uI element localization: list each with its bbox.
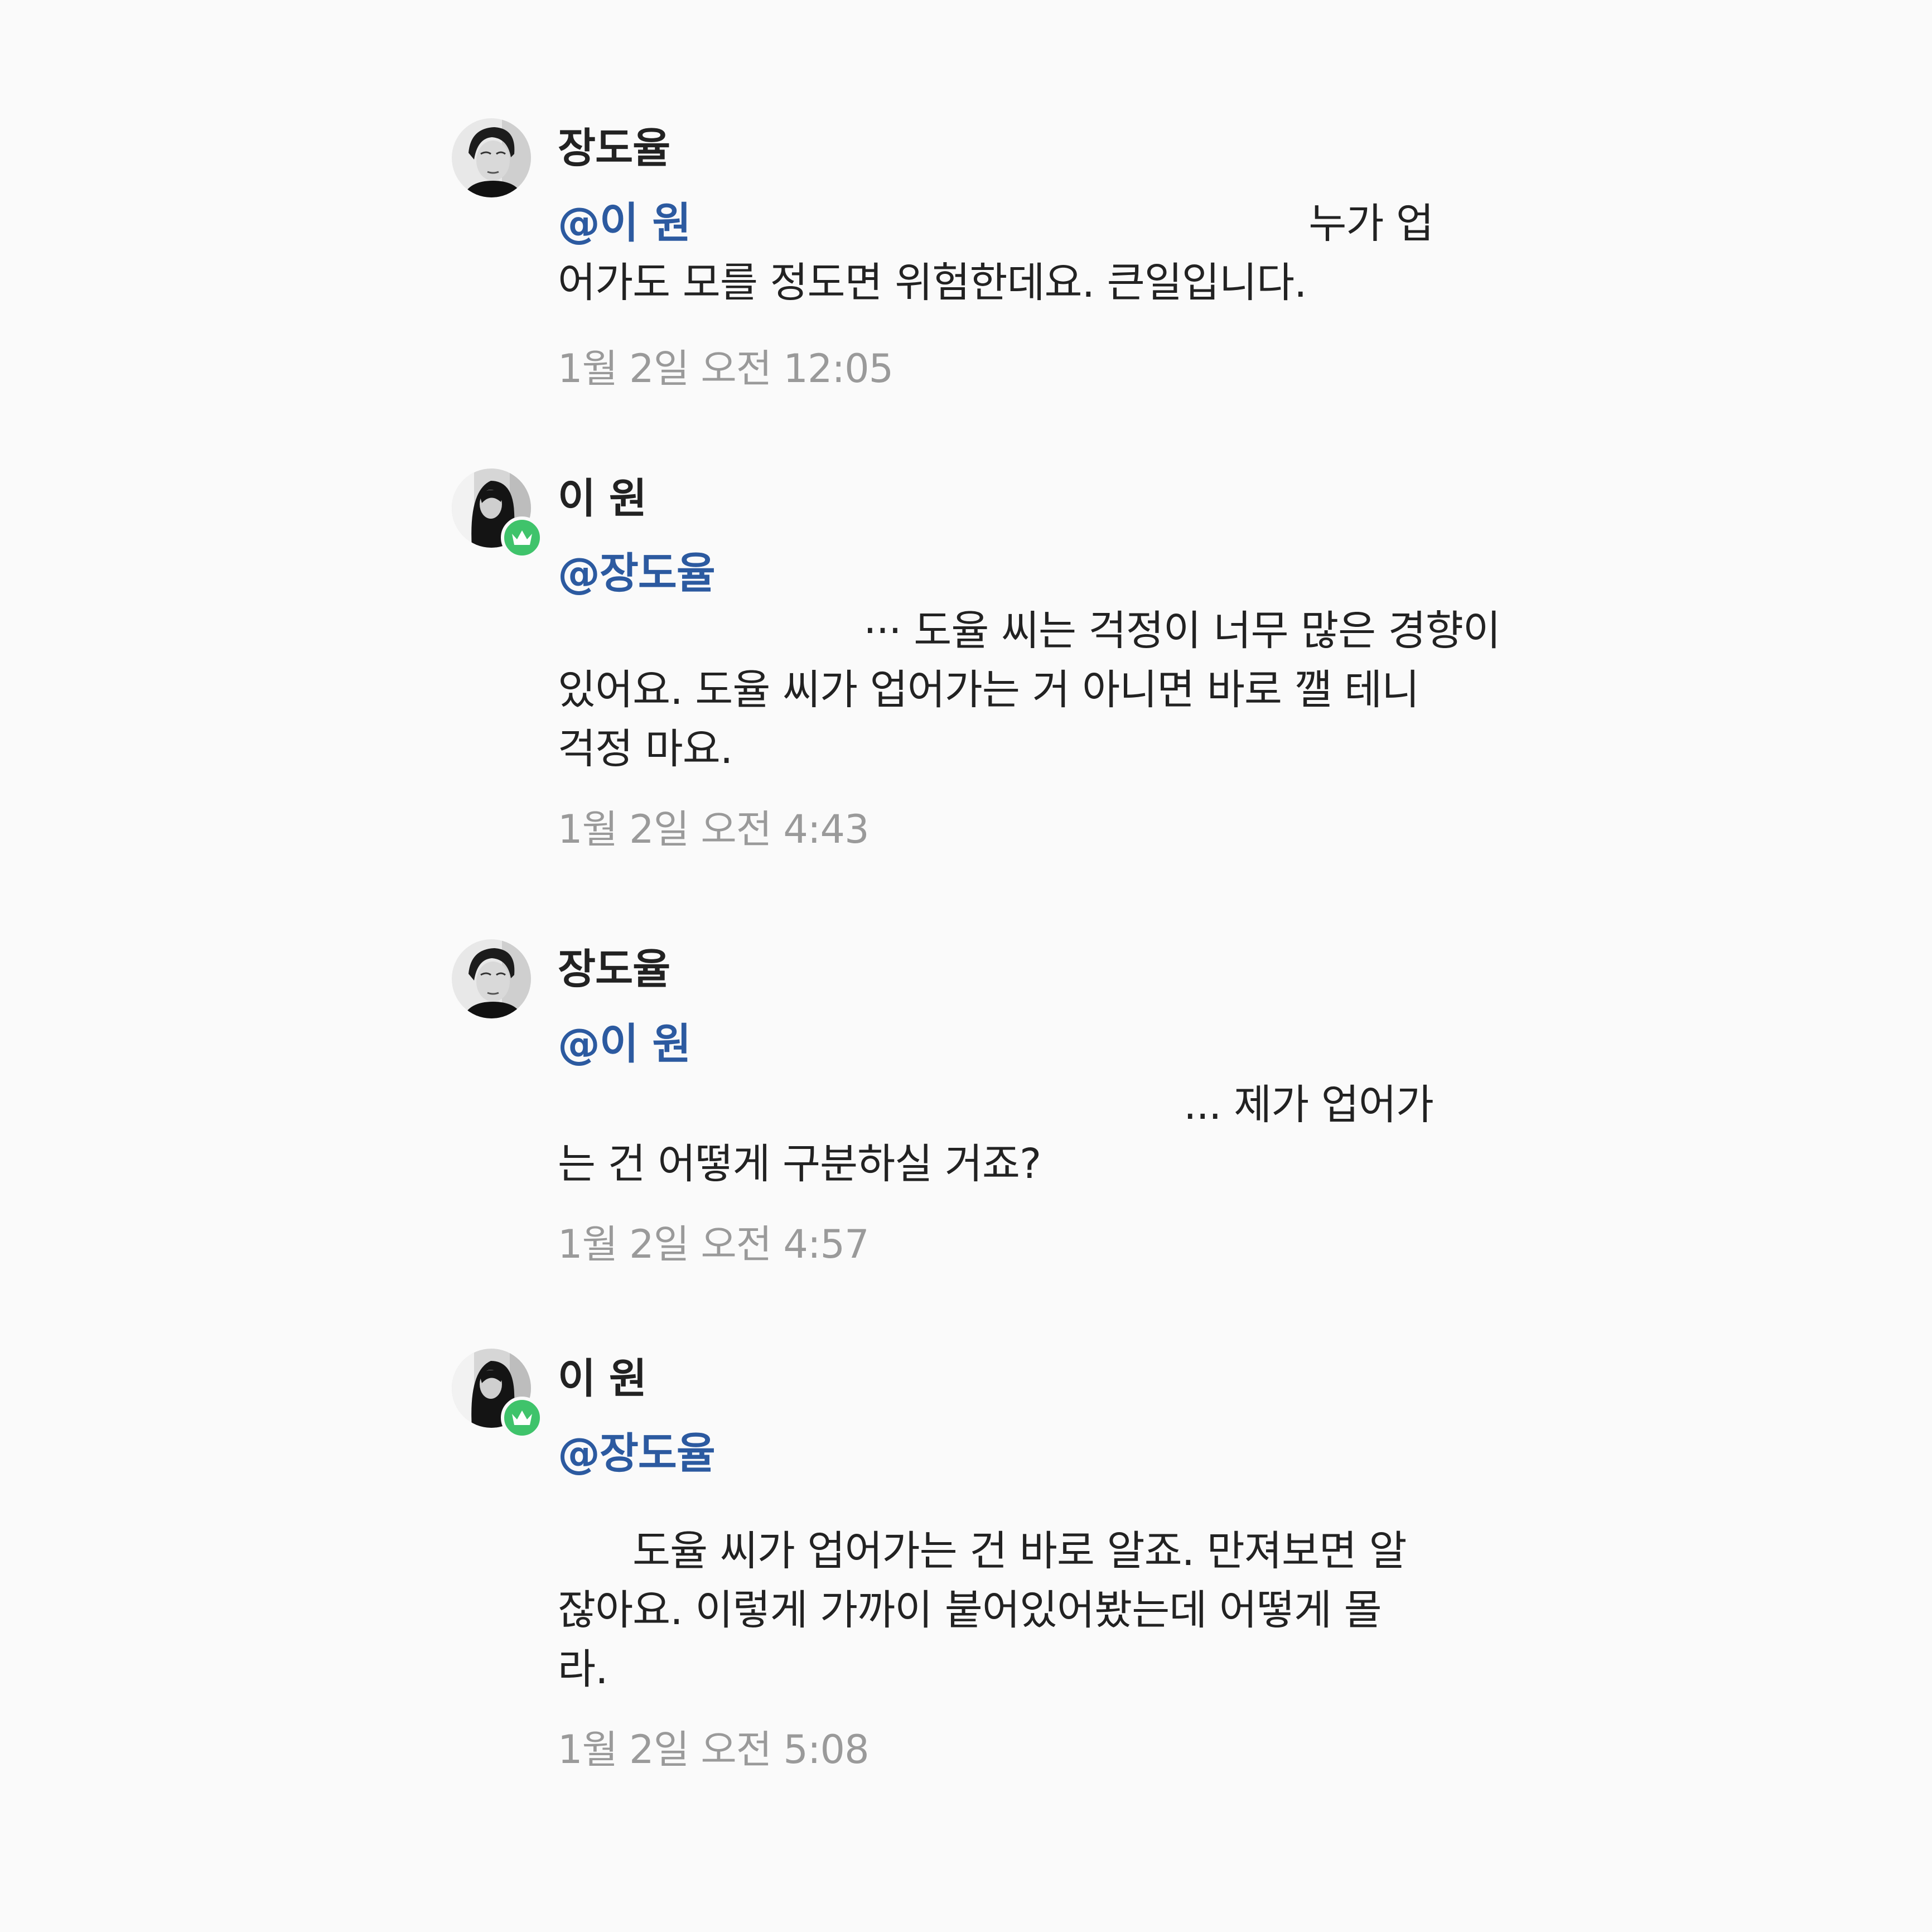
message-text-line: 잖아요. 이렇게 가까이 붙어있어봤는데 어떻게 몰 [558, 1586, 1382, 1634]
message-text-line: 걱정 마요. [558, 725, 733, 773]
author-name[interactable]: 장도율 [558, 943, 1500, 996]
message-text-line: 있어요. 도율 씨가 업어가는 거 아니면 바로 깰 테니 [558, 666, 1419, 714]
mention-link[interactable]: @장도율 [558, 1426, 1500, 1481]
message-text-line: ··· 도율 씨는 걱정이 너무 많은 경향이 [863, 607, 1501, 655]
message-content: 장도율 @이 원 ... 제가 업어가 는 건 어떻게 구분하실 거죠? 1월 … [558, 939, 1500, 1269]
author-name[interactable]: 이 원 [558, 472, 1500, 525]
owner-badge [501, 1397, 543, 1439]
message-text-line: 어가도 모를 정도면 위험한데요. 큰일입니다. [558, 259, 1307, 307]
author-name[interactable]: 이 원 [558, 1352, 1500, 1405]
crown-icon [512, 530, 532, 545]
author-name[interactable]: 장도율 [558, 122, 1500, 175]
message-timestamp: 1월 2일 오전 4:43 [558, 806, 870, 852]
message-content: 이 원 @장도율 도율 씨가 업어가는 건 바로 알죠. 만져보면 알 잖아요.… [558, 1349, 1500, 1775]
chat-thread: 장도율 @이 원 누가 업 어가도 모를 정도면 위험한데요. 큰일입니다. 1… [0, 0, 1932, 1932]
message-text-line: 누가 업 [1308, 200, 1434, 248]
owner-badge [501, 516, 543, 559]
crown-icon [512, 1411, 532, 1425]
message-timestamp: 1월 2일 오전 4:57 [558, 1221, 870, 1267]
message-content: 이 원 @장도율 ··· 도율 씨는 걱정이 너무 많은 경향이 있어요. 도율… [558, 468, 1501, 854]
message-timestamp: 1월 2일 오전 5:08 [558, 1727, 870, 1772]
avatar[interactable] [452, 1349, 543, 1439]
avatar[interactable] [452, 118, 531, 197]
avatar[interactable] [452, 468, 543, 559]
message-text-line: 는 건 어떻게 구분하실 거죠? [558, 1140, 1041, 1188]
avatar[interactable] [452, 939, 531, 1018]
message-content: 장도율 @이 원 누가 업 어가도 모를 정도면 위험한데요. 큰일입니다. 1… [558, 118, 1500, 394]
mention-link[interactable]: @장도율 [558, 545, 1500, 601]
message-timestamp: 1월 2일 오전 12:05 [558, 346, 893, 392]
mention-link[interactable]: @이 원 [558, 1016, 1500, 1072]
message-text-line: 도율 씨가 업어가는 건 바로 알죠. 만져보면 알 [632, 1527, 1407, 1575]
message-text-line: 라. [558, 1645, 608, 1693]
message-text-line: ... 제가 업어가 [1183, 1081, 1434, 1129]
male-portrait-avatar-icon [452, 939, 531, 1018]
male-portrait-avatar-icon [452, 118, 531, 197]
